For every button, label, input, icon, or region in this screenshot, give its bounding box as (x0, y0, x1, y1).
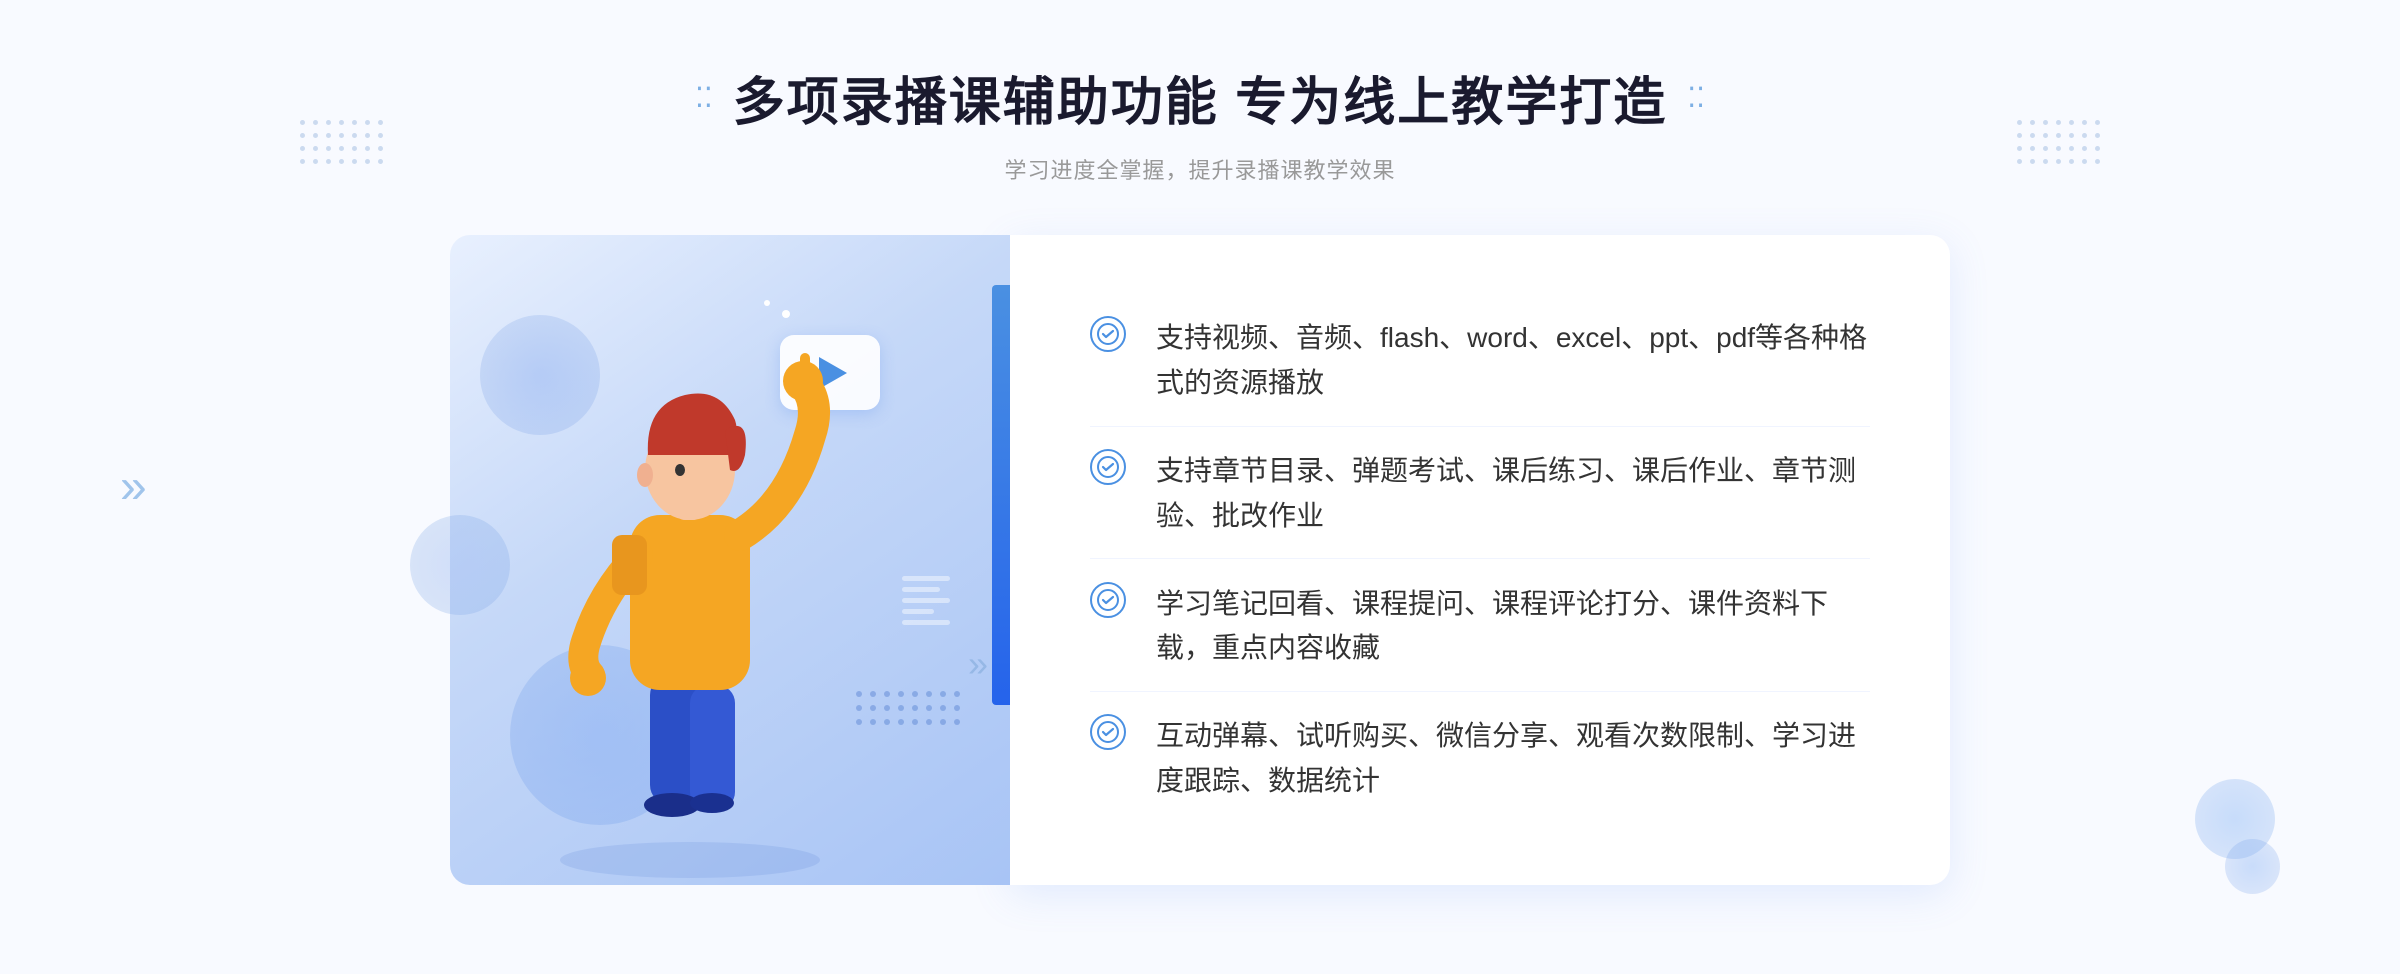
dots-decoration-top-left (300, 120, 383, 164)
page-container: » ⁚⁚ 多项录播课辅助功能 专为线上教学打造 ⁚⁚ 学习进度全掌握，提升录播课… (0, 0, 2400, 974)
content-panel: 支持视频、音频、flash、word、excel、ppt、pdf等各种格式的资源… (1010, 235, 1950, 885)
check-icon-4 (1090, 714, 1126, 750)
header-section: ⁚⁚ 多项录播课辅助功能 专为线上教学打造 ⁚⁚ 学习进度全掌握，提升录播课教学… (695, 0, 1705, 185)
feature-item-2: 支持章节目录、弹题考试、课后练习、课后作业、章节测验、批改作业 (1090, 429, 1870, 560)
feature-text-2: 支持章节目录、弹题考试、课后练习、课后作业、章节测验、批改作业 (1156, 449, 1870, 539)
check-icon-1 (1090, 316, 1126, 352)
feature-item-1: 支持视频、音频、flash、word、excel、ppt、pdf等各种格式的资源… (1090, 296, 1870, 427)
check-icon-3 (1090, 582, 1126, 618)
side-circle-1 (410, 515, 510, 615)
page-title: 多项录播课辅助功能 专为线上教学打造 (733, 60, 1667, 135)
illustration-panel: » (450, 235, 1010, 885)
check-icon-2 (1090, 449, 1126, 485)
feature-text-4: 互动弹幕、试听购买、微信分享、观看次数限制、学习进度跟踪、数据统计 (1156, 714, 1870, 804)
feature-item-3: 学习笔记回看、课程提问、课程评论打分、课件资料下载，重点内容收藏 (1090, 562, 1870, 693)
dot-grid-illustration (856, 691, 960, 725)
page-subtitle: 学习进度全掌握，提升录播课教学效果 (695, 153, 1705, 185)
stripes-decoration (902, 576, 950, 625)
title-row: ⁚⁚ 多项录播课辅助功能 专为线上教学打造 ⁚⁚ (695, 60, 1705, 135)
inner-chevron: » (968, 643, 988, 685)
title-decoration-right: ⁚⁚ (1687, 81, 1705, 114)
feature-text-3: 学习笔记回看、课程提问、课程评论打分、课件资料下载，重点内容收藏 (1156, 582, 1870, 672)
feature-item-4: 互动弹幕、试听购买、微信分享、观看次数限制、学习进度跟踪、数据统计 (1090, 694, 1870, 824)
dots-decoration-top-right (2017, 120, 2100, 164)
left-chevron-decoration: » (120, 460, 147, 515)
content-area: » (450, 235, 1950, 885)
feature-text-1: 支持视频、音频、flash、word、excel、ppt、pdf等各种格式的资源… (1156, 316, 1870, 406)
blue-accent-bar (992, 285, 1010, 705)
figure-illustration (530, 305, 850, 885)
bottom-circle-2 (2225, 839, 2280, 894)
bottom-right-circles (2195, 779, 2280, 894)
title-decoration-left: ⁚⁚ (695, 81, 713, 114)
